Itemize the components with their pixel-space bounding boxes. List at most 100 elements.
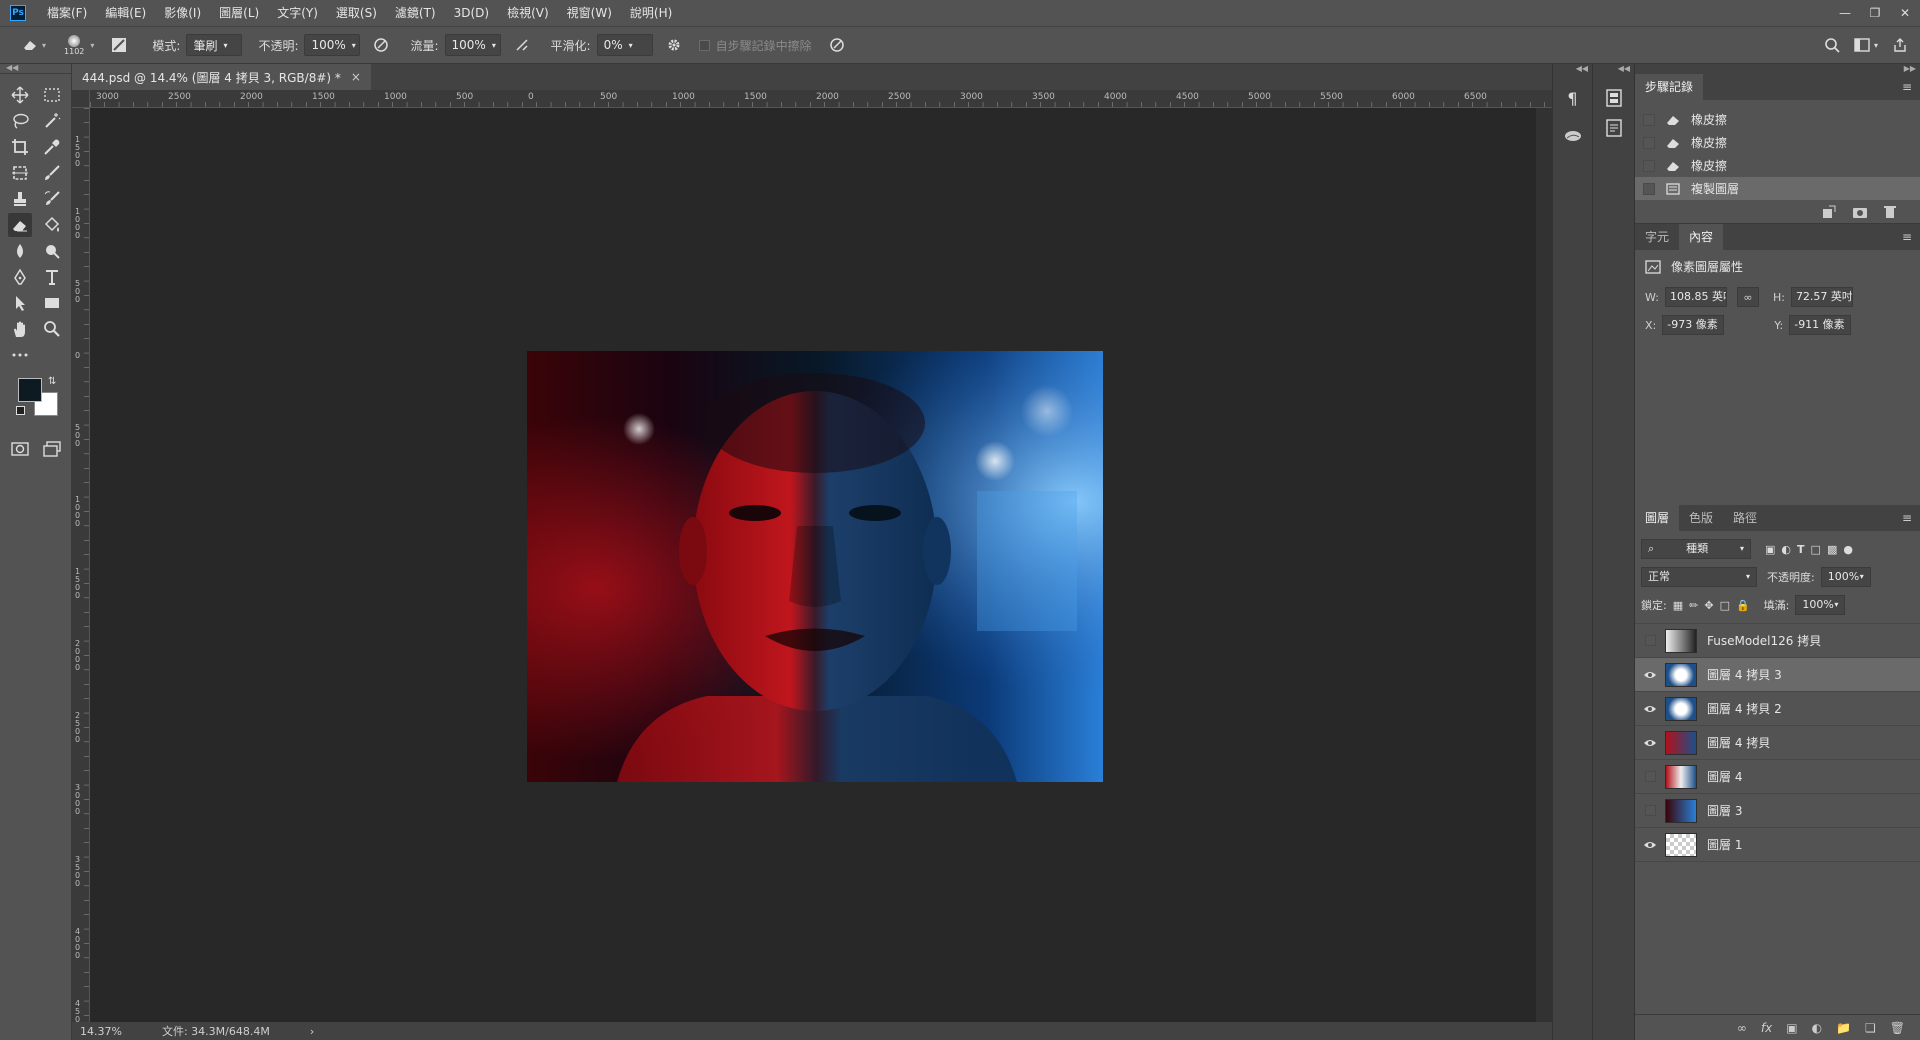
layer-name[interactable]: 圖層 4 拷貝 2	[1707, 700, 1782, 717]
history-snapshot-checkbox[interactable]	[1643, 182, 1655, 195]
add-mask-icon[interactable]: ▣	[1786, 1021, 1797, 1035]
lock-transparent-icon[interactable]: ▦	[1673, 599, 1683, 612]
history-snapshot-checkbox[interactable]	[1643, 136, 1655, 149]
layer-row[interactable]: 圖層 4 拷貝 2	[1635, 692, 1920, 726]
menu-file[interactable]: 檔案(F)	[38, 0, 96, 26]
smoothing-input[interactable]: 0% ▾	[596, 34, 653, 56]
new-group-folder-icon[interactable]: 📁	[1836, 1021, 1851, 1035]
new-document-from-state-icon[interactable]	[1822, 205, 1836, 219]
artwork-portrait-image[interactable]	[527, 351, 1103, 782]
glyphs-panel-icon[interactable]	[1559, 122, 1587, 150]
eraser-tool-preset-icon[interactable]	[20, 34, 42, 56]
erase-history-checkbox[interactable]	[698, 39, 710, 51]
visibility-toggle[interactable]	[1635, 771, 1665, 782]
path-selection-tool-icon[interactable]	[8, 291, 32, 315]
blur-tool-icon[interactable]	[8, 239, 32, 263]
eraser-tool-icon[interactable]	[8, 213, 32, 237]
lock-image-icon[interactable]: ✏	[1689, 599, 1698, 612]
tab-paths[interactable]: 路徑	[1723, 505, 1767, 531]
trash-icon[interactable]	[1884, 205, 1896, 219]
zoom-tool-icon[interactable]	[40, 317, 64, 341]
blend-mode-select[interactable]: 正常 ▾	[1641, 567, 1757, 587]
width-input[interactable]: 108.85 英吋	[1664, 287, 1727, 307]
flow-input[interactable]: 100% ▾	[444, 34, 501, 56]
close-window-icon[interactable]: ✕	[1890, 0, 1920, 26]
panel-menu-icon[interactable]: ≡	[1902, 80, 1912, 94]
quick-mask-icon[interactable]	[8, 437, 32, 461]
filter-smart-object-icon[interactable]: ▩	[1827, 543, 1837, 556]
collapse-panels-icon[interactable]: ▶▶	[1635, 64, 1920, 74]
document-tab[interactable]: 444.psd @ 14.4% (圖層 4 拷貝 3, RGB/8#) * ×	[72, 64, 371, 90]
canvas-vertical-scrollbar[interactable]	[1536, 108, 1552, 1022]
rectangle-tool-icon[interactable]	[40, 291, 64, 315]
layer-name[interactable]: 圖層 4	[1707, 768, 1742, 785]
layer-row[interactable]: FuseModel126 拷貝	[1635, 624, 1920, 658]
y-input[interactable]: -911 像素	[1789, 315, 1852, 335]
minimize-icon[interactable]: —	[1830, 0, 1860, 26]
history-snapshot-checkbox[interactable]	[1643, 113, 1655, 126]
layer-row[interactable]: 圖層 4	[1635, 760, 1920, 794]
restore-icon[interactable]: ❐	[1860, 0, 1890, 26]
collapse-dock-icon[interactable]: ◀◀	[1593, 64, 1634, 74]
lock-artboard-icon[interactable]: □	[1720, 599, 1730, 612]
brush-size-picker[interactable]: 1102	[64, 34, 84, 56]
menu-type[interactable]: 文字(Y)	[268, 0, 327, 26]
history-item-selected[interactable]: 複製圖層	[1635, 177, 1920, 200]
properties-panel-icon[interactable]	[1600, 114, 1628, 142]
frame-tool-icon[interactable]	[8, 161, 32, 185]
camera-snapshot-icon[interactable]	[1852, 205, 1868, 219]
chevron-down-icon[interactable]: ▾	[42, 41, 46, 50]
move-tool-icon[interactable]	[8, 83, 32, 107]
menu-select[interactable]: 選取(S)	[327, 0, 386, 26]
layer-name[interactable]: 圖層 4 拷貝 3	[1707, 666, 1782, 683]
menu-view[interactable]: 檢視(V)	[498, 0, 558, 26]
smoothing-settings-gear-icon[interactable]	[663, 34, 685, 56]
lasso-tool-icon[interactable]	[8, 109, 32, 133]
layer-name[interactable]: FuseModel126 拷貝	[1707, 632, 1821, 649]
tab-properties[interactable]: 內容	[1679, 224, 1724, 250]
menu-image[interactable]: 影像(I)	[155, 0, 210, 26]
magic-wand-tool-icon[interactable]	[40, 109, 64, 133]
paint-bucket-tool-icon[interactable]	[40, 213, 64, 237]
filter-pixel-icon[interactable]: ▣	[1765, 543, 1775, 556]
search-icon[interactable]	[1824, 37, 1840, 53]
history-brush-tool-icon[interactable]	[40, 187, 64, 211]
mode-select[interactable]: 筆刷 ▾	[186, 34, 243, 56]
new-layer-icon[interactable]: ❏	[1865, 1021, 1876, 1035]
panel-menu-icon[interactable]: ≡	[1902, 230, 1912, 244]
layer-name[interactable]: 圖層 1	[1707, 836, 1742, 853]
zoom-level[interactable]: 14.37%	[80, 1025, 122, 1038]
menu-layer[interactable]: 圖層(L)	[210, 0, 268, 26]
history-item[interactable]: 橡皮擦	[1635, 154, 1920, 177]
foreground-color-swatch[interactable]	[18, 378, 42, 402]
layer-name[interactable]: 圖層 4 拷貝	[1707, 734, 1770, 751]
horizontal-ruler[interactable]: 3000 2500 2000 1500 1000 500 0 500 1000 …	[90, 90, 1552, 108]
close-tab-icon[interactable]: ×	[351, 70, 361, 84]
vertical-ruler[interactable]: 1500 1000 500 0 500 1000 1500 2000 2500 …	[72, 108, 90, 1022]
layer-name[interactable]: 圖層 3	[1707, 802, 1742, 819]
airbrush-icon[interactable]	[511, 34, 533, 56]
collapse-panel-icon[interactable]: ◀◀	[0, 64, 71, 74]
dodge-tool-icon[interactable]	[40, 239, 64, 263]
height-input[interactable]: 72.57 英吋	[1790, 287, 1853, 307]
pressure-size-icon[interactable]	[826, 34, 848, 56]
layer-row[interactable]: 圖層 3	[1635, 794, 1920, 828]
filter-shape-icon[interactable]: □	[1811, 543, 1821, 556]
lock-all-icon[interactable]: 🔒	[1736, 599, 1750, 612]
tab-channels[interactable]: 色版	[1679, 505, 1723, 531]
menu-help[interactable]: 說明(H)	[621, 0, 681, 26]
history-item[interactable]: 橡皮擦	[1635, 108, 1920, 131]
menu-edit[interactable]: 編輯(E)	[96, 0, 155, 26]
panel-menu-icon[interactable]: ≡	[1902, 511, 1912, 525]
screen-mode-icon[interactable]	[40, 437, 64, 461]
workspace-switcher[interactable]: ▾	[1854, 38, 1878, 52]
history-panel-icon[interactable]	[1600, 84, 1628, 112]
filter-adjustment-icon[interactable]: ◐	[1781, 543, 1791, 556]
visibility-toggle[interactable]	[1635, 635, 1665, 646]
layer-row[interactable]: 圖層 1	[1635, 828, 1920, 862]
brush-tool-icon[interactable]	[40, 161, 64, 185]
share-icon[interactable]	[1892, 37, 1908, 53]
tab-history[interactable]: 步驟記錄	[1635, 74, 1704, 100]
menu-window[interactable]: 視窗(W)	[558, 0, 621, 26]
visibility-toggle[interactable]	[1635, 840, 1665, 850]
